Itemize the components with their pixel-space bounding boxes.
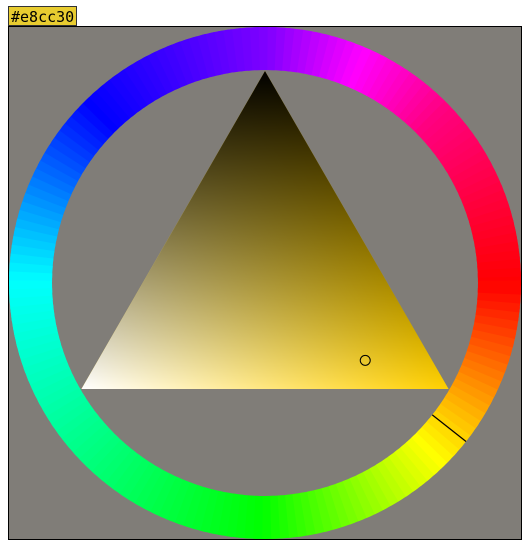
hex-value-label: #e8cc30 [8,6,78,26]
color-picker-canvas[interactable] [9,27,521,539]
color-picker[interactable] [8,26,522,540]
